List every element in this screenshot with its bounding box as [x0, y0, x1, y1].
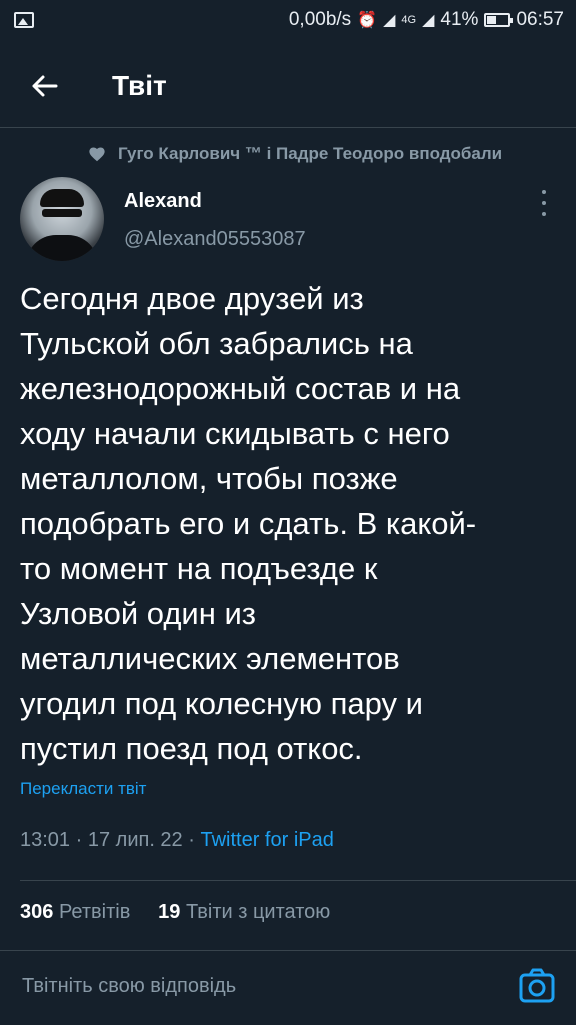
heart-icon	[89, 147, 105, 162]
retweets-count: 306	[20, 901, 54, 923]
quotes-stat[interactable]: 19 Твіти з цитатою	[158, 901, 330, 923]
retweets-stat[interactable]: 306 Ретвітів	[20, 901, 130, 923]
more-options-icon[interactable]	[538, 190, 550, 216]
signal-icon: ◢	[383, 12, 396, 29]
camera-icon[interactable]	[518, 967, 556, 1005]
author-handle[interactable]: @Alexand05553087	[124, 228, 306, 251]
tweet-source-link[interactable]: Twitter for iPad	[200, 829, 333, 851]
battery-icon	[484, 13, 514, 27]
reply-input[interactable]: Твітніть свою відповідь	[22, 975, 236, 998]
translate-tweet-link[interactable]: Перекласти твіт	[20, 779, 146, 799]
meta-separator: ·	[70, 829, 88, 851]
top-app-bar: Твіт	[0, 44, 576, 128]
alarm-icon: ⏰	[357, 12, 378, 29]
page-title: Твіт	[112, 69, 167, 101]
signal-icon: ◢	[422, 12, 435, 29]
reply-bar: Твітніть свою відповідь	[0, 950, 576, 1025]
social-context[interactable]: Гуго Карлович ™ і Падре Теодоро вподобал…	[88, 144, 502, 164]
tweet-stats: 306 Ретвітів 19 Твіти з цитатою	[20, 901, 330, 924]
battery-percent: 41%	[440, 9, 479, 30]
clock: 06:57	[516, 9, 564, 30]
arrow-left-icon[interactable]	[24, 66, 64, 106]
author-display-name[interactable]: Alexand	[124, 190, 202, 213]
battery-level	[487, 16, 497, 24]
tweet-text: Сегодня двое друзей из Тульской обл забр…	[20, 281, 477, 766]
social-context-text: Гуго Карлович ™ і Падре Теодоро вподобал…	[118, 144, 503, 163]
gallery-icon	[14, 12, 34, 28]
network-speed: 0,00b/s	[288, 9, 352, 30]
tweet-date: 17 лип. 22	[87, 829, 183, 851]
divider	[20, 880, 576, 881]
tweet-time: 13:01	[20, 829, 71, 851]
quotes-label: Твіти з цитатою	[185, 901, 331, 923]
avatar[interactable]	[20, 177, 104, 261]
network-type: 4G	[401, 14, 417, 26]
retweets-label: Ретвітів	[58, 901, 131, 923]
status-bar: 0,00b/s ⏰ ◢ 4G ◢ 41% 06:57	[0, 0, 576, 40]
status-indicators: 0,00b/s ⏰ ◢ 4G ◢ 41% 06:57	[289, 9, 564, 31]
meta-separator: ·	[182, 829, 201, 851]
quotes-count: 19	[158, 901, 181, 923]
tweet-metadata: 13:01 · 17 лип. 22 · Twitter for iPad	[20, 829, 334, 852]
